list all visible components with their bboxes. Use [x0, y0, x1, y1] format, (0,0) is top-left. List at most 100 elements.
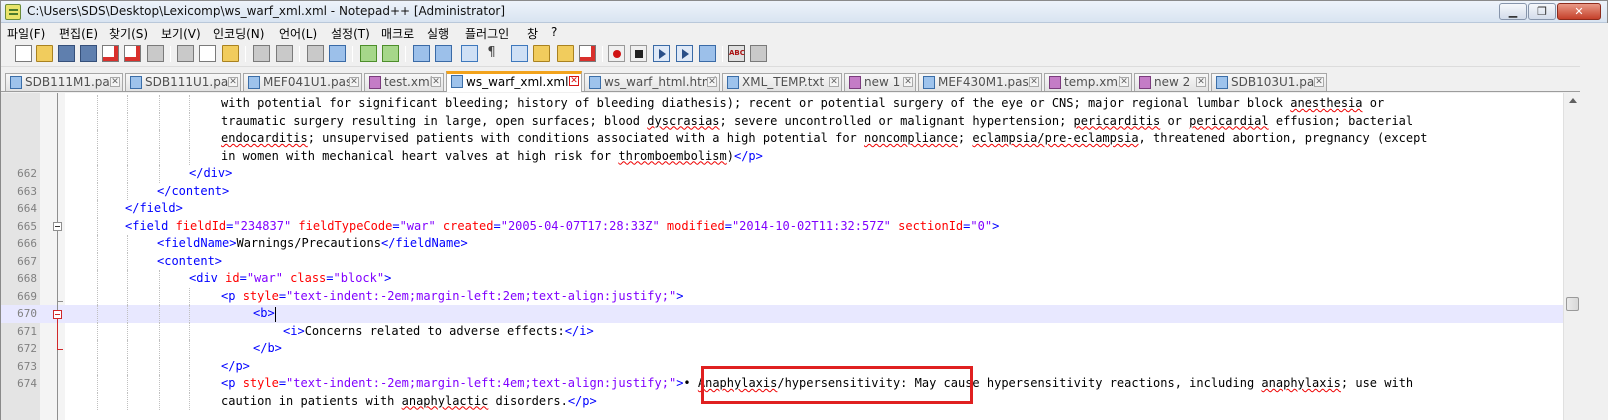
code-line[interactable]: 672 </b> [1, 340, 1563, 358]
close-tab-icon[interactable]: ✕ [829, 77, 839, 87]
save-macro-icon[interactable] [699, 45, 716, 62]
tab-sdb111m1[interactable]: SDB111M1.pas ✕ [5, 73, 123, 91]
code-line[interactable]: 663 </content> [1, 182, 1563, 200]
show-all-characters-icon[interactable]: ¶ [483, 45, 500, 62]
fold-collapse-icon[interactable] [53, 222, 62, 231]
close-tab-icon[interactable]: ✕ [431, 77, 441, 87]
replace-icon[interactable] [329, 45, 346, 62]
tab-sdb103u1[interactable]: SDB103U1.pas ✕ [1211, 73, 1327, 91]
zoom-in-icon[interactable] [360, 45, 377, 62]
menu-run[interactable]: 실행 [427, 25, 449, 42]
code-line[interactable]: 666 <fieldName>Warnings/Precautions</fiel… [1, 235, 1563, 253]
menu-help[interactable]: ? [551, 25, 557, 39]
close-tab-icon[interactable]: ✕ [1196, 77, 1206, 87]
menu-search[interactable]: 찾기(S) [109, 25, 148, 42]
menu-file[interactable]: 파일(F) [7, 25, 45, 42]
code-line[interactable]: in women with mechanical heart valves at… [1, 147, 1563, 165]
tab-new-1[interactable]: new 1 ✕ [844, 73, 916, 91]
code-line[interactable]: 664 </field> [1, 200, 1563, 218]
new-file-icon[interactable] [15, 45, 32, 62]
code-line[interactable]: 671 <i>Concerns related to adverse effect… [1, 322, 1563, 340]
code-line[interactable]: with potential for significant bleeding;… [1, 95, 1563, 113]
tab-mef041u1[interactable]: MEF041U1.pas ✕ [243, 73, 362, 91]
code-token: with potential for significant bleeding;… [221, 96, 1291, 110]
sync-horizontal-icon[interactable] [435, 45, 452, 62]
spell-check-icon[interactable]: ABC [728, 45, 745, 62]
zoom-out-icon[interactable] [382, 45, 399, 62]
tab-new-2[interactable]: new 2 ✕ [1134, 73, 1209, 91]
close-tab-icon[interactable]: ✕ [228, 77, 238, 87]
scroll-up-icon[interactable] [1565, 93, 1580, 109]
document-map-icon[interactable] [557, 45, 574, 62]
code-line[interactable]: 668 <div id="war" class="block"> [1, 270, 1563, 288]
code-token: = [724, 218, 732, 233]
save-all-icon[interactable] [80, 45, 97, 62]
minimize-icon[interactable]: ▁ [1499, 3, 1527, 20]
copy-icon[interactable] [199, 45, 216, 62]
sync-vertical-icon[interactable] [413, 45, 430, 62]
code-line[interactable]: 669 <p style="text-indent:-2em;margin-lef… [1, 287, 1563, 305]
code-line[interactable]: 665 <field fieldId = "234837" fieldTypeCode… [1, 217, 1563, 235]
toolbar: ¶ ABC [1, 41, 1607, 67]
function-list-icon[interactable] [579, 45, 596, 62]
close-tab-icon[interactable]: ✕ [349, 77, 359, 87]
save-icon[interactable] [58, 45, 75, 62]
run-macro-multiple-icon[interactable] [676, 45, 693, 62]
print-icon[interactable] [147, 45, 164, 62]
user-language-icon[interactable] [533, 45, 550, 62]
close-tab-icon[interactable]: ✕ [110, 77, 120, 87]
menu-encoding[interactable]: 인코딩(N) [213, 25, 264, 42]
redo-icon[interactable] [276, 45, 293, 62]
code-line[interactable]: 662 </div> [1, 165, 1563, 183]
tab-mef430m1[interactable]: MEF430M1.pas ✕ [918, 73, 1042, 91]
plugin-icon[interactable] [750, 45, 767, 62]
menu-plugins[interactable]: 플러그인 [465, 25, 509, 42]
close-all-icon[interactable] [124, 45, 141, 62]
indent-guide [127, 130, 128, 148]
code-editor[interactable]: with potential for significant bleeding;… [1, 93, 1563, 420]
tab-test-xml[interactable]: test.xml ✕ [364, 73, 444, 91]
indent-guide [97, 252, 98, 270]
indent-guide-icon[interactable] [511, 45, 528, 62]
vertical-scrollbar[interactable] [1563, 93, 1580, 420]
close-tab-icon[interactable]: ✕ [569, 76, 579, 86]
indent-guide [189, 112, 190, 130]
cut-icon[interactable] [177, 45, 194, 62]
close-window-icon[interactable]: ✕ [1557, 3, 1601, 20]
code-line[interactable]: 670 <b> [1, 305, 1563, 323]
menu-language[interactable]: 언어(L) [279, 25, 317, 42]
playback-macro-icon[interactable] [653, 45, 670, 62]
code-token: Concerns related to adverse effects: [304, 323, 565, 338]
code-line[interactable]: traumatic surgery resulting in large, op… [1, 112, 1563, 130]
fold-collapse-icon[interactable] [53, 310, 62, 319]
find-icon[interactable] [307, 45, 324, 62]
stop-recording-icon[interactable] [630, 45, 647, 62]
open-file-icon[interactable] [36, 45, 53, 62]
tab-ws-warf-xml[interactable]: ws_warf_xml.xml ✕ [446, 71, 582, 92]
menu-window[interactable]: 창 [527, 25, 538, 42]
tab-xml-temp[interactable]: XML_TEMP.txt ✕ [722, 73, 842, 91]
menu-settings[interactable]: 설정(T) [331, 25, 370, 42]
record-macro-icon[interactable] [608, 45, 625, 62]
tab-ws-warf-html[interactable]: ws_warf_html.html ✕ [584, 73, 720, 91]
tab-temp-xml[interactable]: temp.xml ✕ [1044, 73, 1132, 91]
tab-label: new 1 [864, 75, 901, 89]
restore-icon[interactable]: ❐ [1528, 3, 1556, 20]
menu-macro[interactable]: 매크로 [381, 25, 414, 42]
close-tab-icon[interactable]: ✕ [707, 77, 717, 87]
tab-sdb111u1[interactable]: SDB111U1.pas ✕ [125, 73, 241, 91]
undo-icon[interactable] [253, 45, 270, 62]
code-line[interactable]: endocarditis; unsupervised patients with… [1, 130, 1563, 148]
menu-view[interactable]: 보기(V) [161, 25, 201, 42]
code-line[interactable]: 667 <content> [1, 252, 1563, 270]
word-wrap-icon[interactable] [461, 45, 478, 62]
close-tab-icon[interactable]: ✕ [1029, 77, 1039, 87]
paste-icon[interactable] [222, 45, 239, 62]
menu-edit[interactable]: 편집(E) [59, 25, 98, 42]
close-tab-icon[interactable]: ✕ [1314, 77, 1324, 87]
close-tab-icon[interactable]: ✕ [903, 77, 913, 87]
code-token: <fieldName> [157, 236, 237, 250]
scroll-thumb[interactable] [1566, 297, 1579, 311]
close-tab-icon[interactable]: ✕ [1119, 77, 1129, 87]
close-file-icon[interactable] [102, 45, 119, 62]
